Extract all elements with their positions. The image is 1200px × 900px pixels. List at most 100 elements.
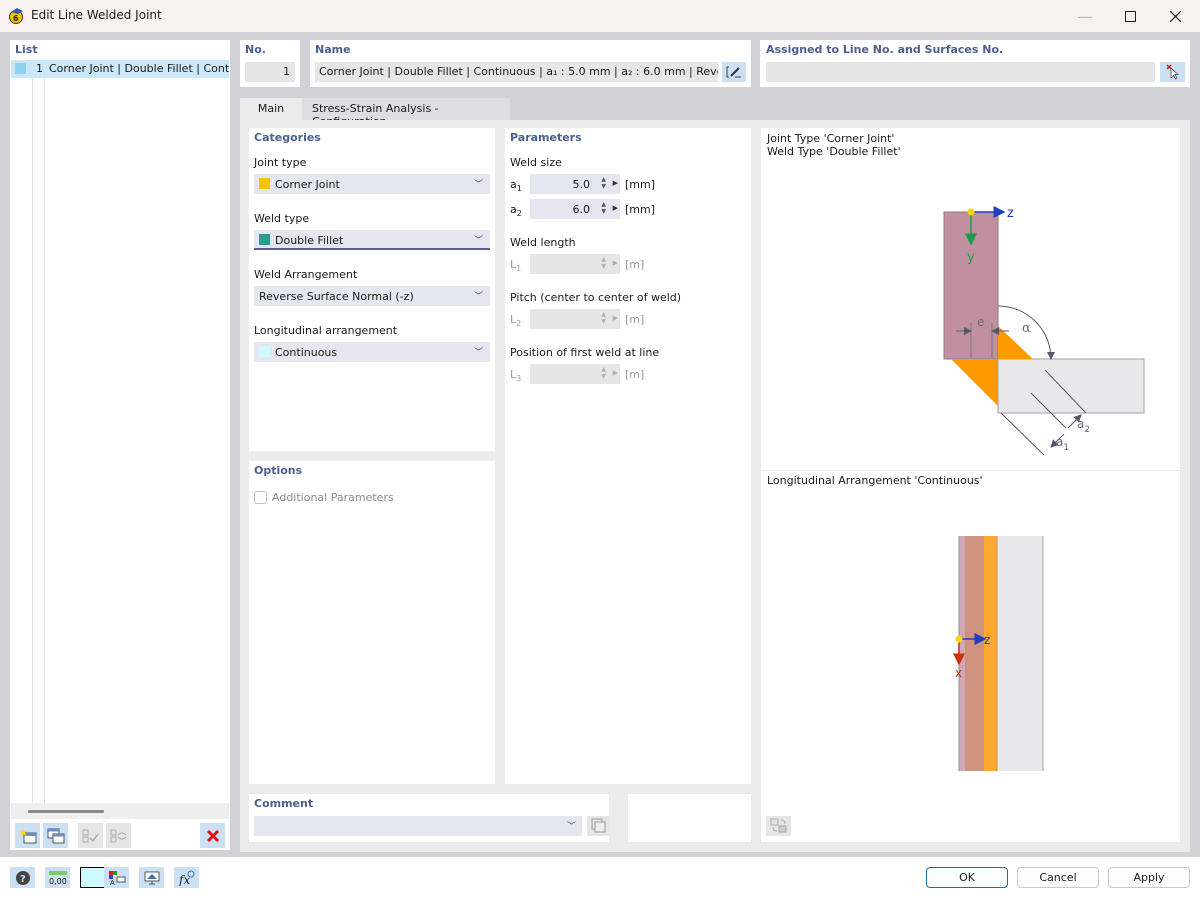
window-title: Edit Line Welded Joint — [31, 8, 162, 22]
list-item[interactable]: 1 Corner Joint | Double Fillet | Continu… — [11, 60, 229, 78]
plate-horizontal-face — [997, 536, 1043, 771]
new-item-icon — [18, 827, 36, 843]
pick-objects-button[interactable] — [1160, 62, 1185, 82]
a2-input[interactable]: 6.0 ▲ ▼ ▶ — [530, 199, 620, 219]
a2-unit: [mm] — [625, 203, 656, 216]
a2-value: 6.0 — [572, 203, 591, 216]
formula-icon: fx — [178, 870, 194, 886]
joint-type-value: Corner Joint — [275, 178, 340, 191]
chevron-down-icon: ﹀ — [474, 348, 484, 358]
weld-length-label: Weld length — [510, 236, 576, 249]
copy-comment-icon — [591, 818, 605, 833]
formula-button[interactable]: fx — [174, 867, 199, 888]
l1-row: L1 ▲ ▼ ▶ [m] — [510, 254, 750, 274]
plate-edge-strip — [959, 536, 965, 771]
comment-library-button[interactable] — [587, 816, 610, 836]
tab-stress-strain-config[interactable]: Stress-Strain Analysis - Configuration — [302, 98, 510, 128]
a2-row: a2 6.0 ▲ ▼ ▶ [mm] — [510, 199, 750, 219]
spinner-icon[interactable]: ▲ ▼ — [601, 176, 606, 190]
diagram-section: Joint Type 'Corner Joint' Weld Type 'Dou… — [761, 128, 1180, 842]
list-item-label: Corner Joint | Double Fillet | Continuou… — [49, 62, 229, 75]
delete-button[interactable] — [200, 823, 225, 848]
edit-name-button[interactable] — [722, 62, 746, 82]
cancel-button[interactable]: Cancel — [1017, 867, 1099, 888]
scrollbar-thumb[interactable] — [28, 810, 104, 813]
alpha-label: α — [1022, 321, 1031, 336]
minimize-button[interactable]: — — [1062, 0, 1108, 32]
pick-cursor-icon — [1165, 64, 1179, 80]
chevron-down-icon[interactable]: ﹀ — [567, 819, 576, 832]
display-settings-button[interactable]: A — [104, 867, 129, 888]
image-swap-icon — [770, 818, 786, 833]
joint-type-label: Joint type — [254, 156, 307, 169]
number-field[interactable]: 1 — [245, 62, 295, 82]
diagram-options-button[interactable] — [766, 816, 791, 836]
svg-text:0,00: 0,00 — [49, 877, 67, 886]
comment-section: Comment ﹀ — [249, 794, 610, 842]
svg-text:A: A — [110, 879, 115, 886]
title-bar: 6 Edit Line Welded Joint — — [0, 0, 1200, 32]
maximize-button[interactable] — [1107, 0, 1153, 32]
dialog-client: List 1 Corner Joint | Double Fillet | Co… — [0, 32, 1200, 900]
l1-input[interactable]: ▲ ▼ ▶ — [530, 254, 620, 274]
additional-parameters-checkbox[interactable] — [254, 491, 267, 504]
expand-arrow-icon: ▶ — [612, 314, 618, 322]
a1-row: a1 5.0 ▲ ▼ ▶ [mm] — [510, 174, 750, 194]
joint-type-select[interactable]: Corner Joint ﹀ — [254, 174, 490, 194]
l2-input[interactable]: ▲ ▼ ▶ — [530, 309, 620, 329]
expand-arrow-icon[interactable]: ▶ — [613, 179, 618, 187]
name-box: Name Corner Joint | Double Fillet | Cont… — [310, 40, 751, 87]
a1-symbol: a1 — [510, 178, 522, 194]
l2-row: L2 ▲ ▼ ▶ [m] — [510, 309, 750, 329]
longitudinal-arrangement-select[interactable]: Continuous ﹀ — [254, 342, 490, 362]
categories-section: Categories Joint type Corner Joint ﹀ Wel… — [249, 128, 495, 451]
weld-type-label: Weld type — [254, 212, 310, 225]
longitudinal-color — [259, 346, 270, 357]
expand-arrow-icon: ▶ — [612, 259, 618, 267]
parameters-title: Parameters — [510, 131, 582, 144]
position-first-weld-label: Position of first weld at line — [510, 346, 660, 359]
toggle-check-button[interactable] — [106, 823, 131, 848]
empty-panel — [628, 794, 751, 842]
a2-symbol: a2 — [510, 203, 522, 219]
x-axis-label: x — [955, 666, 962, 680]
main-tab-panel: Categories Joint type Corner Joint ﹀ Wel… — [240, 120, 1190, 852]
cross-section-diagram: e α a2 a1 z y — [943, 206, 1145, 456]
weld-arrangement-select[interactable]: Reverse Surface Normal (-z) ﹀ — [254, 286, 490, 306]
list-toolbar — [10, 820, 230, 850]
comment-input[interactable]: ﹀ — [254, 816, 582, 836]
tab-main[interactable]: Main — [240, 98, 302, 120]
check-all-button[interactable] — [78, 823, 103, 848]
weld-type-select[interactable]: Double Fillet ﹀ — [254, 230, 490, 250]
assigned-box: Assigned to Line No. and Surfaces No. — [760, 40, 1190, 87]
new-item-button[interactable] — [15, 823, 40, 848]
color-swatch-button[interactable] — [80, 867, 105, 888]
spinner-icon[interactable]: ▲ ▼ — [601, 201, 606, 215]
origin-point — [955, 635, 963, 643]
ok-button[interactable]: OK — [926, 867, 1008, 888]
copy-item-button[interactable] — [43, 823, 68, 848]
pitch-label: Pitch (center to center of weld) — [510, 291, 682, 304]
expand-arrow-icon[interactable]: ▶ — [613, 204, 618, 212]
svg-text:6: 6 — [13, 14, 19, 23]
a1-value: 5.0 — [572, 178, 591, 191]
assigned-field[interactable] — [766, 62, 1155, 82]
origin-point — [967, 208, 975, 216]
plate-horizontal — [997, 358, 1145, 414]
view-icon — [144, 871, 159, 884]
a1-unit: [mm] — [625, 178, 656, 191]
apply-button[interactable]: Apply — [1108, 867, 1190, 888]
l1-unit: [m] — [625, 258, 645, 271]
horizontal-scrollbar[interactable] — [11, 803, 229, 819]
delete-icon — [206, 829, 219, 842]
name-label: Name — [315, 43, 351, 56]
close-button[interactable] — [1152, 0, 1198, 32]
l3-input[interactable]: ▲ ▼ ▶ — [530, 364, 620, 384]
units-button[interactable]: 0,00 — [45, 867, 70, 888]
name-field[interactable]: Corner Joint | Double Fillet | Continuou… — [315, 62, 718, 82]
help-button[interactable]: ? — [10, 867, 35, 888]
chevron-down-icon: ﹀ — [474, 292, 484, 302]
a1-input[interactable]: 5.0 ▲ ▼ ▶ — [530, 174, 620, 194]
plate-vertical-face — [965, 536, 984, 771]
view-button[interactable] — [139, 867, 164, 888]
